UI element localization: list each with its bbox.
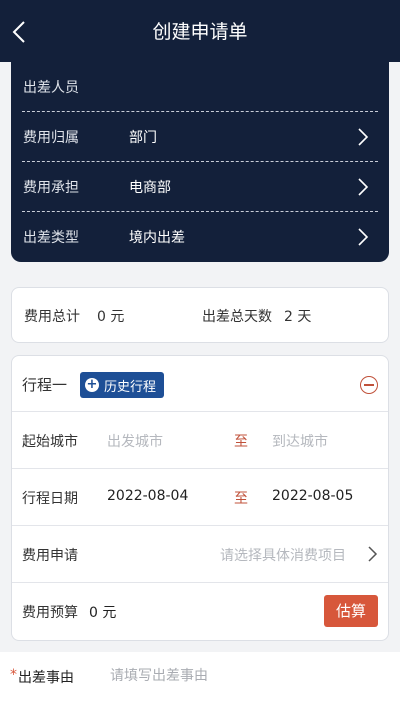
- end-date-input[interactable]: 2022-08-05: [272, 488, 353, 504]
- itinerary-title: 行程一: [22, 376, 68, 394]
- chevron-right-icon: [358, 178, 369, 196]
- cost-summary-card: 费用总计 0 元 出差总天数 2 天: [11, 287, 389, 343]
- to-separator: 至: [234, 491, 248, 507]
- cost-total-label: 费用总计: [24, 309, 80, 325]
- cost-bearer-value: 电商部: [129, 180, 171, 196]
- remove-itinerary-icon[interactable]: [360, 376, 378, 394]
- city-row: 起始城市 出发城市 至 到达城市: [12, 412, 388, 469]
- traveler-row[interactable]: 出差人员: [11, 62, 389, 112]
- budget-row: 费用预算 0 元 估算: [12, 583, 388, 640]
- plus-icon: +: [85, 377, 99, 392]
- travel-reason-label: 出差事由: [18, 670, 74, 686]
- cost-attribution-row[interactable]: 费用归属 部门: [11, 112, 389, 162]
- chevron-right-icon: [358, 228, 369, 246]
- chevron-right-icon: [368, 546, 378, 562]
- travel-reason-row: * 出差事由: [0, 652, 400, 711]
- page-title: 创建申请单: [152, 21, 248, 43]
- travel-type-value: 境内出差: [129, 230, 185, 246]
- city-label: 起始城市: [22, 434, 78, 450]
- total-days-value: 2 天: [284, 309, 312, 325]
- traveler-label: 出差人员: [23, 80, 79, 96]
- estimate-button[interactable]: 估算: [324, 595, 378, 627]
- from-city-input[interactable]: 出发城市: [107, 431, 163, 451]
- start-date-input[interactable]: 2022-08-04: [107, 488, 188, 504]
- chevron-right-icon: [358, 128, 369, 146]
- travel-type-row[interactable]: 出差类型 境内出差: [11, 212, 389, 262]
- cost-bearer-label: 费用承担: [23, 180, 79, 196]
- cost-bearer-row[interactable]: 费用承担 电商部: [11, 162, 389, 212]
- date-label: 行程日期: [22, 491, 78, 507]
- cost-total-value: 0 元: [97, 309, 125, 325]
- to-city-input[interactable]: 到达城市: [272, 431, 328, 451]
- required-mark: *: [10, 667, 17, 683]
- cost-attribution-label: 费用归属: [23, 130, 79, 146]
- expense-item-select[interactable]: 请选择具体消费项目: [220, 545, 346, 565]
- itinerary-header-row: 行程一 + 历史行程: [12, 356, 388, 412]
- travel-reason-input[interactable]: [110, 664, 380, 688]
- itinerary-card: 行程一 + 历史行程 起始城市 出发城市 至 到达城市 行程日期 2022-08…: [11, 355, 389, 641]
- expense-request-row[interactable]: 费用申请 请选择具体消费项目: [12, 526, 388, 583]
- expense-request-label: 费用申请: [22, 548, 78, 564]
- to-separator: 至: [234, 434, 248, 450]
- budget-value: 0 元: [89, 605, 117, 621]
- history-itinerary-button[interactable]: + 历史行程: [80, 372, 165, 398]
- history-itinerary-label: 历史行程: [104, 379, 157, 395]
- app-header: 创建申请单: [0, 0, 400, 62]
- budget-label: 费用预算: [22, 605, 78, 621]
- travel-info-card: 出差人员 费用归属 部门 费用承担 电商部 出差类型 境内出差: [11, 62, 389, 262]
- date-row: 行程日期 2022-08-04 至 2022-08-05: [12, 469, 388, 526]
- cost-attribution-value: 部门: [129, 130, 157, 146]
- travel-type-label: 出差类型: [23, 230, 79, 246]
- total-days-label: 出差总天数: [202, 309, 272, 325]
